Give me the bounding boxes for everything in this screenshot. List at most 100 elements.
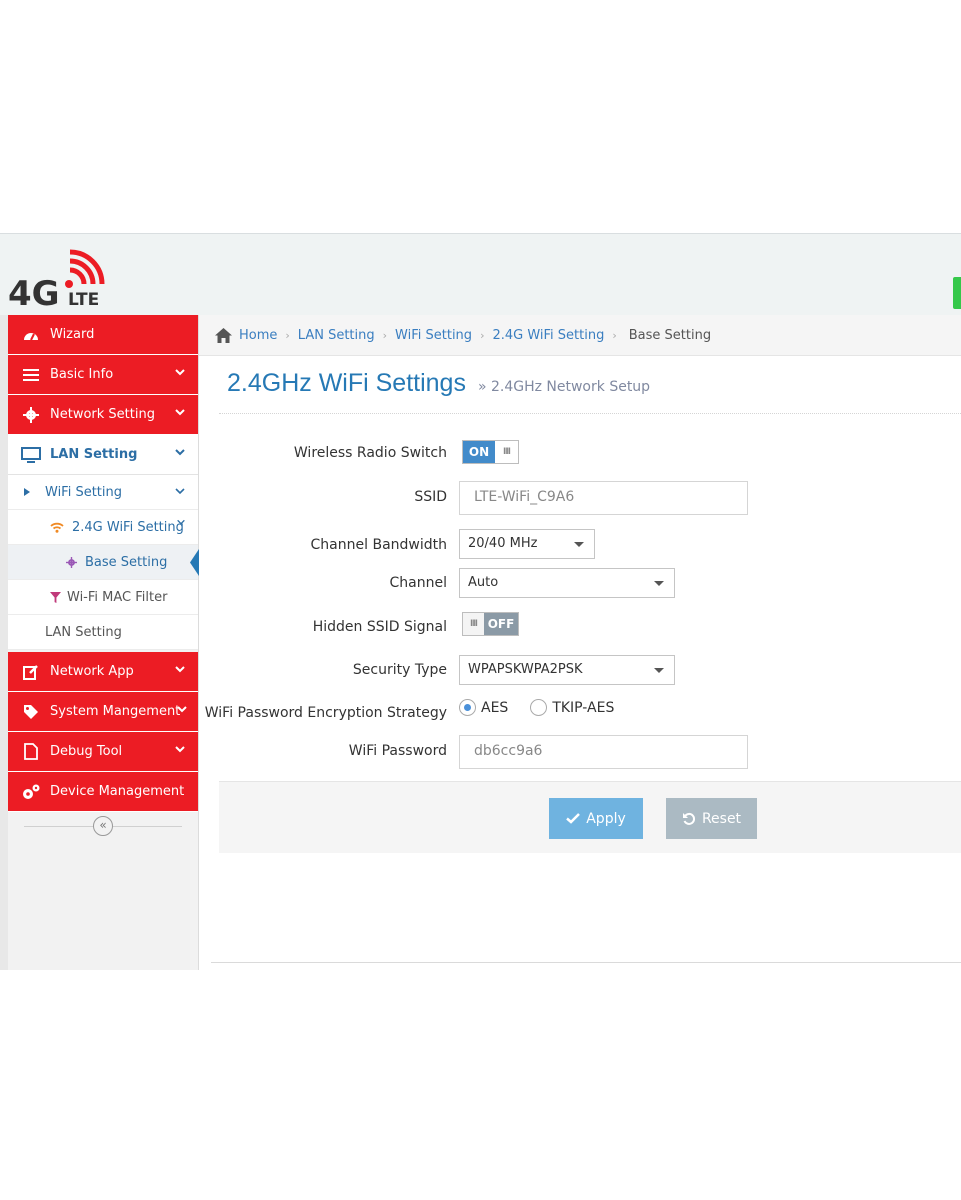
- sidebar-item-wizard[interactable]: Wizard: [8, 315, 198, 355]
- svg-text:LTE: LTE: [68, 290, 99, 310]
- bandwidth-select[interactable]: 20/40 MHz: [459, 529, 595, 559]
- gears-icon: [20, 783, 42, 801]
- security-type-row: Security Type WPAPSKWPA2PSK: [219, 652, 961, 688]
- router-admin-page: 4G LTE Wizard Basic Info Network Setting: [0, 233, 961, 970]
- hidden-ssid-label: Hidden SSID Signal: [312, 619, 447, 635]
- page-title: 2.4GHz WiFi Settings: [227, 369, 466, 397]
- sidebar-item-basic-info[interactable]: Basic Info: [8, 355, 198, 395]
- breadcrumb-home[interactable]: Home: [239, 328, 277, 343]
- password-row: WiFi Password db6cc9a6: [219, 733, 961, 769]
- wireless-radio-label: Wireless Radio Switch: [293, 445, 447, 461]
- top-bar: 4G LTE: [0, 233, 961, 315]
- sidebar-sub-lan-setting[interactable]: LAN Setting: [8, 615, 198, 650]
- file-icon: [20, 743, 42, 761]
- bandwidth-value: 20/40 MHz: [468, 536, 538, 551]
- encryption-label: WiFi Password Encryption Strategy: [204, 705, 447, 721]
- sidebar-collapse: «: [8, 812, 198, 842]
- reset-label: Reset: [701, 810, 742, 827]
- breadcrumb-current: Base Setting: [628, 327, 712, 343]
- filter-icon: [50, 591, 61, 603]
- ssid-input[interactable]: LTE-WiFi_C9A6: [459, 481, 748, 515]
- svg-text:4G: 4G: [8, 274, 60, 310]
- toggle-on-label: ON: [463, 441, 495, 463]
- sidebar-item-label: Network App: [50, 664, 134, 679]
- hidden-ssid-row: Hidden SSID Signal III OFF: [219, 609, 961, 645]
- sidebar-item-network-app[interactable]: Network App: [8, 652, 198, 692]
- tkip-aes-radio[interactable]: [530, 699, 548, 716]
- home-icon: [215, 327, 232, 343]
- sidebar-item-label: Wizard: [50, 327, 95, 342]
- security-type-select[interactable]: WPAPSKWPA2PSK: [459, 655, 675, 685]
- breadcrumb-lan-setting[interactable]: LAN Setting: [298, 328, 375, 343]
- ssid-row: SSID LTE-WiFi_C9A6: [219, 479, 961, 515]
- toggle-grip: III: [463, 613, 484, 635]
- sidebar-sub-label: WiFi Setting: [45, 484, 123, 500]
- hidden-ssid-toggle[interactable]: III OFF: [462, 612, 519, 636]
- sidebar-item-label: Device Management: [50, 784, 185, 799]
- breadcrumb-separator: ›: [285, 328, 290, 342]
- password-input[interactable]: db6cc9a6: [459, 735, 748, 769]
- breadcrumb-separator: ›: [382, 328, 388, 342]
- chevron-down-icon: [177, 706, 187, 713]
- chevron-down-icon: [175, 369, 185, 376]
- encryption-row: WiFi Password Encryption Strategy AES TK…: [205, 695, 961, 731]
- sidebar-item-label: System Mangement: [50, 704, 181, 719]
- sidebar-sub-base-setting[interactable]: Base Setting: [8, 545, 199, 580]
- sidebar-item-debug-tool[interactable]: Debug Tool: [8, 732, 198, 772]
- sidebar-sub-label: Base Setting: [85, 554, 168, 570]
- chevron-down-icon: [175, 666, 185, 673]
- reset-button[interactable]: Reset: [666, 798, 757, 839]
- breadcrumb-wifi-setting[interactable]: WiFi Setting: [395, 328, 472, 343]
- wifi-icon: [50, 522, 64, 533]
- wireless-radio-toggle[interactable]: ON III: [462, 440, 519, 464]
- apply-button[interactable]: Apply: [549, 798, 643, 839]
- undo-icon: [682, 812, 695, 825]
- sidebar-item-network-setting[interactable]: Network Setting: [8, 395, 198, 435]
- breadcrumb-separator: ›: [480, 328, 485, 342]
- aes-radio-label[interactable]: AES: [481, 700, 508, 716]
- chevron-down-icon: [177, 519, 185, 525]
- chevron-down-icon: [175, 409, 185, 416]
- chevron-down-icon: [175, 746, 185, 753]
- tkip-aes-radio-label[interactable]: TKIP-AES: [552, 700, 614, 716]
- active-pointer-icon: [190, 549, 199, 576]
- toggle-grip: III: [495, 441, 518, 463]
- side-tab[interactable]: [953, 277, 961, 309]
- security-type-value: WPAPSKWPA2PSK: [468, 662, 583, 677]
- sidebar-item-label: Network Setting: [50, 407, 155, 422]
- sidebar-sub-label: 2.4G WiFi Setting: [72, 519, 184, 535]
- sidebar-item-device-management[interactable]: Device Management: [8, 772, 198, 812]
- sidebar-item-lan-setting[interactable]: LAN Setting: [8, 435, 198, 475]
- sidebar-item-label: Basic Info: [50, 367, 114, 382]
- aes-radio[interactable]: [459, 699, 476, 716]
- collapse-sidebar-button[interactable]: «: [93, 816, 113, 836]
- dashboard-icon: [20, 326, 42, 344]
- caret-down-icon: [654, 581, 664, 586]
- sidebar-item-system-management[interactable]: System Mangement: [8, 692, 198, 732]
- sidebar-sub-wifi-setting[interactable]: WiFi Setting: [8, 475, 198, 510]
- tag-icon: [20, 703, 42, 721]
- channel-label: Channel: [389, 575, 447, 591]
- list-icon: [20, 366, 42, 384]
- sidebar-sub-label: Wi-Fi MAC Filter: [67, 589, 168, 605]
- apply-label: Apply: [586, 810, 626, 827]
- page-header: 2.4GHz WiFi Settings » 2.4GHz Network Se…: [219, 363, 961, 414]
- caret-right-icon: [24, 488, 30, 496]
- sidebar-sub-24g-wifi-setting[interactable]: 2.4G WiFi Setting: [8, 510, 198, 545]
- channel-select[interactable]: Auto: [459, 568, 675, 598]
- sidebar-sub-mac-filter[interactable]: Wi-Fi MAC Filter: [8, 580, 198, 615]
- form-actions: Apply Reset: [219, 781, 961, 853]
- gear-icon: [20, 406, 42, 424]
- breadcrumb-24g-wifi-setting[interactable]: 2.4G WiFi Setting: [492, 328, 604, 343]
- channel-row: Channel Auto: [219, 567, 961, 603]
- sidebar-item-label: LAN Setting: [50, 447, 138, 462]
- security-type-label: Security Type: [352, 662, 447, 678]
- breadcrumb: Home › LAN Setting › WiFi Setting › 2.4G…: [199, 315, 961, 356]
- sidebar: Wizard Basic Info Network Setting LAN Se…: [0, 315, 199, 970]
- check-icon: [566, 813, 581, 824]
- bandwidth-label: Channel Bandwidth: [310, 537, 447, 553]
- monitor-icon: [20, 446, 42, 464]
- caret-down-icon: [654, 668, 664, 673]
- chevron-down-icon: [175, 449, 185, 456]
- wireless-radio-row: Wireless Radio Switch ON III: [219, 435, 961, 471]
